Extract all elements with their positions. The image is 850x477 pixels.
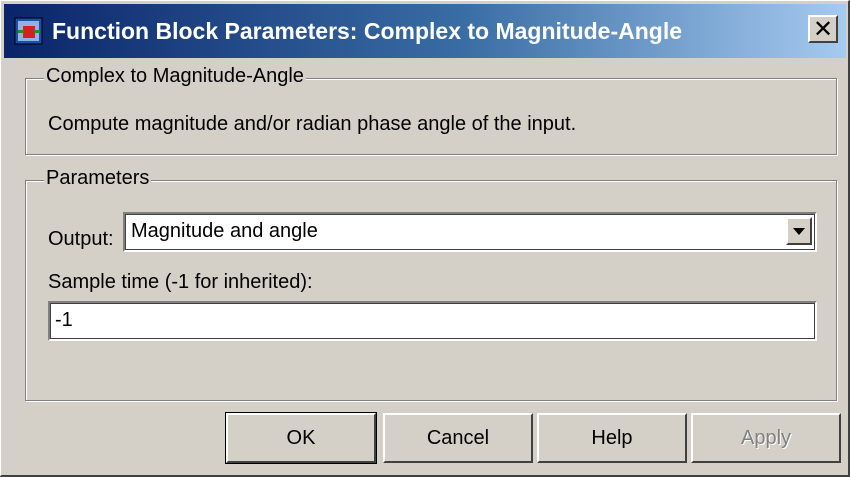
close-button[interactable]: ✕ [808, 15, 838, 43]
close-icon: ✕ [812, 15, 834, 43]
cancel-button[interactable]: Cancel [383, 413, 533, 463]
apply-button-label: Apply [740, 426, 792, 449]
sample-time-input[interactable]: -1 [48, 301, 817, 341]
dropdown-button[interactable] [786, 217, 812, 245]
output-select[interactable]: Magnitude and angle [123, 212, 817, 252]
output-select-value: Magnitude and angle [131, 220, 318, 242]
ok-button[interactable]: OK [225, 412, 377, 464]
sample-time-value: -1 [55, 309, 73, 331]
parameters-legend: Parameters [44, 167, 152, 190]
ok-button-label: OK [286, 426, 316, 449]
cancel-button-label: Cancel [426, 426, 490, 449]
help-button-label: Help [591, 426, 633, 449]
block-name-legend: Complex to Magnitude-Angle [44, 65, 306, 88]
apply-button[interactable]: Apply [691, 413, 841, 463]
simulink-block-icon [14, 16, 44, 46]
help-button[interactable]: Help [537, 413, 687, 463]
sample-time-label: Sample time (-1 for inherited): [48, 271, 313, 293]
block-description-group: Complex to Magnitude-Angle Compute magni… [25, 65, 837, 155]
chevron-down-icon [793, 228, 805, 235]
block-description: Compute magnitude and/or radian phase an… [48, 113, 577, 135]
parameters-group: Parameters Output: Magnitude and angle S… [25, 167, 837, 401]
dialog-title: Function Block Parameters: Complex to Ma… [52, 17, 683, 44]
title-bar[interactable]: Function Block Parameters: Complex to Ma… [4, 4, 846, 58]
output-label: Output: [48, 228, 114, 250]
dialog-window: Function Block Parameters: Complex to Ma… [0, 0, 850, 477]
